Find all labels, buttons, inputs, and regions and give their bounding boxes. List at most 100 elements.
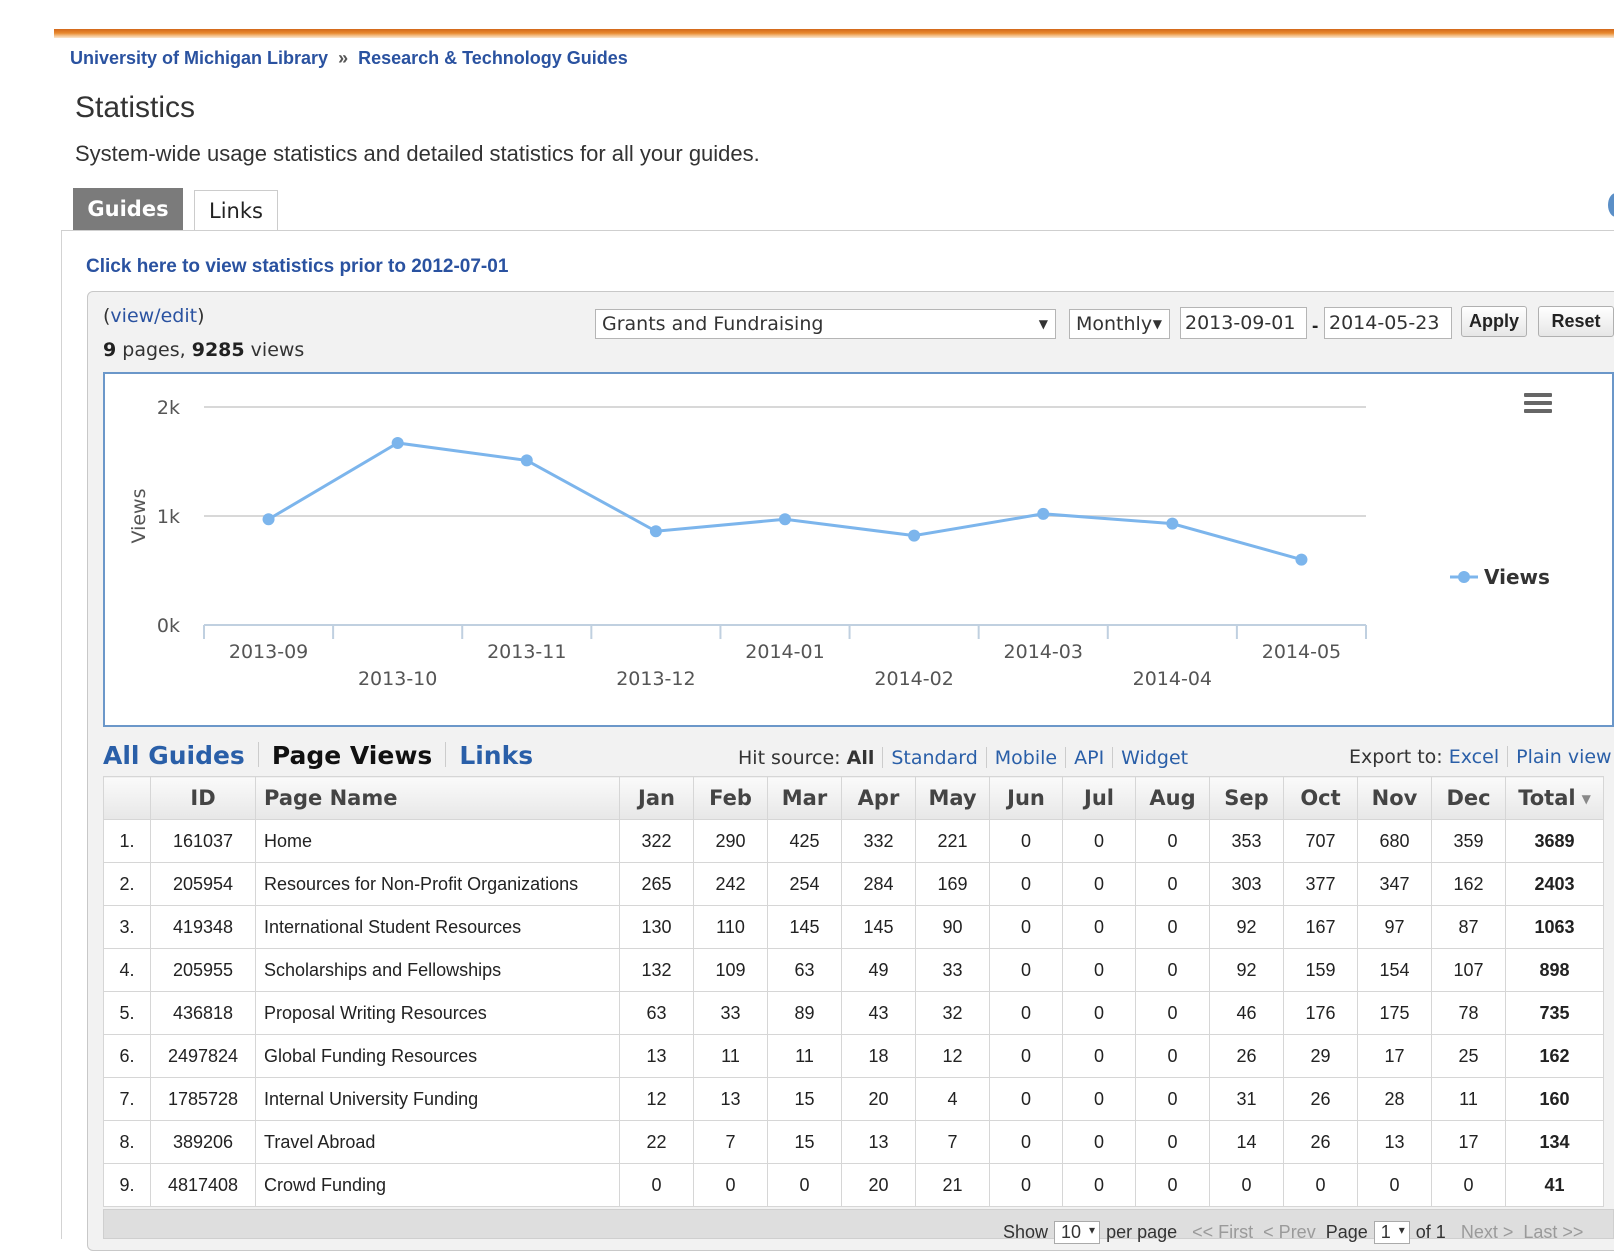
guide-summary: 9 pages, 9285 views [103, 339, 304, 361]
column-header[interactable]: Jun [989, 776, 1063, 820]
guide-select[interactable]: Grants and Fundraising ▼ [595, 309, 1056, 339]
column-header[interactable]: May [915, 776, 990, 820]
hit-source-api[interactable]: API [1074, 747, 1104, 769]
column-header[interactable]: Total ▼ [1505, 776, 1604, 820]
rank-column-header[interactable] [103, 776, 151, 820]
hit-source-mobile[interactable]: Mobile [995, 747, 1057, 769]
last-page-link[interactable]: Last >> [1523, 1222, 1583, 1242]
column-header[interactable]: Jan [619, 776, 694, 820]
table-cell: 347 [1357, 862, 1432, 906]
all-guides-link[interactable]: All Guides [103, 741, 245, 770]
hit-source-label: Hit source: [738, 747, 841, 769]
table-cell: 25 [1431, 1034, 1506, 1078]
column-header[interactable]: ID [150, 776, 256, 820]
hamburger-menu-icon[interactable] [1524, 393, 1552, 413]
data-point [1166, 517, 1179, 530]
guide-select-value: Grants and Fundraising [602, 313, 824, 335]
page-views-label: Page Views [271, 741, 433, 770]
table-cell: 63 [767, 948, 842, 992]
menu-bar [1524, 409, 1552, 413]
column-header[interactable]: Aug [1135, 776, 1210, 820]
start-date-input[interactable]: 2013-09-01 [1180, 307, 1307, 339]
table-cell: 97 [1357, 905, 1432, 949]
interval-select[interactable]: Monthly ▼ [1069, 309, 1170, 339]
table-row[interactable]: 1. 161037 Home 322 290 425 332 221 0 0 0 353 707 680 3… [103, 819, 1604, 863]
table-cell: 0 [989, 905, 1063, 949]
data-point [1037, 507, 1050, 520]
tab-links[interactable]: Links [194, 190, 278, 231]
table-cell: 78 [1431, 991, 1506, 1035]
table-cell: 0 [1135, 1034, 1210, 1078]
column-header-label: Nov [1371, 786, 1418, 810]
table-cell: 3. [103, 905, 151, 949]
table-cell: 290 [693, 819, 768, 863]
table-cell: 265 [619, 862, 694, 906]
column-header[interactable]: Apr [841, 776, 916, 820]
table-row[interactable]: 6. 2497824 Global Funding Resources 13 11 11 1… [103, 1034, 1604, 1078]
page-name-cell: Global Funding Resources [255, 1034, 620, 1078]
table-row[interactable]: 8. 389206 Travel Abroad 22 7 15 13 7 0 0 0 14 26 13 17… [103, 1120, 1604, 1164]
table-cell: 176 [1283, 991, 1358, 1035]
hit-source-standard[interactable]: Standard [891, 747, 977, 769]
tab-divider [61, 230, 1614, 231]
plain-view-link[interactable]: Plain view [1516, 746, 1612, 768]
export-options: Export to: Excel Plain view [1349, 746, 1612, 768]
first-page-link[interactable]: << First [1192, 1222, 1253, 1242]
prior-statistics-link[interactable]: Click here to view statistics prior to 2… [86, 256, 508, 278]
column-header[interactable]: Sep [1209, 776, 1284, 820]
links-link[interactable]: Links [459, 741, 533, 770]
breadcrumb-home-link[interactable]: University of Michigan Library [70, 48, 328, 68]
export-excel-link[interactable]: Excel [1449, 746, 1499, 768]
table-row[interactable]: 3. 419348 International Student Resources 1… [103, 905, 1604, 949]
table-cell: 1785728 [150, 1077, 256, 1121]
column-header[interactable]: Nov [1357, 776, 1432, 820]
end-date-input[interactable]: 2014-05-23 [1324, 307, 1452, 339]
table-cell: 425 [767, 819, 842, 863]
table-cell: 221 [915, 819, 990, 863]
column-header-label: Page Name [264, 786, 398, 810]
view-edit-link[interactable]: view/edit [110, 305, 197, 327]
prev-page-link[interactable]: < Prev [1263, 1222, 1316, 1242]
hit-source-all[interactable]: All [847, 747, 875, 769]
table-cell: 32 [915, 991, 990, 1035]
breadcrumb-section-link[interactable]: Research & Technology Guides [358, 48, 628, 68]
help-icon[interactable] [1608, 193, 1614, 217]
table-cell: 377 [1283, 862, 1358, 906]
next-page-link[interactable]: Next > [1461, 1222, 1514, 1242]
column-header[interactable]: Page Name [255, 776, 620, 820]
table-cell: 359 [1431, 819, 1506, 863]
x-tick-label: 2014-02 [874, 668, 953, 690]
table-cell: 20 [841, 1163, 916, 1207]
table-cell: 17 [1431, 1120, 1506, 1164]
page-name-cell: Scholarships and Fellowships [255, 948, 620, 992]
table-cell: 0 [1357, 1163, 1432, 1207]
y-tick-label: 2k [157, 397, 180, 419]
column-header[interactable]: Feb [693, 776, 768, 820]
table-cell: 167 [1283, 905, 1358, 949]
page-name-cell: Proposal Writing Resources [255, 991, 620, 1035]
page-select[interactable]: 1 [1373, 1221, 1410, 1244]
tab-guides[interactable]: Guides [73, 188, 183, 231]
table-cell: 145 [841, 905, 916, 949]
per-page-select[interactable]: 10 [1054, 1221, 1101, 1244]
table-row[interactable]: 4. 205955 Scholarships and Fellowships 132 1… [103, 948, 1604, 992]
column-header-label: Apr [857, 786, 900, 810]
column-header-label: Feb [709, 786, 752, 810]
hit-source-widget[interactable]: Widget [1121, 747, 1188, 769]
table-row[interactable]: 5. 436818 Proposal Writing Resources 63 33 89… [103, 991, 1604, 1035]
column-header[interactable]: Mar [767, 776, 842, 820]
table-cell: 11 [1431, 1077, 1506, 1121]
page-label: Page [1325, 1222, 1368, 1242]
column-header[interactable]: Dec [1431, 776, 1506, 820]
page-of-label: of 1 [1415, 1222, 1446, 1242]
column-header[interactable]: Jul [1062, 776, 1136, 820]
column-header[interactable]: Oct [1283, 776, 1358, 820]
table-row[interactable]: 2. 205954 Resources for Non-Profit Organiz… [103, 862, 1604, 906]
table-row[interactable]: 9. 4817408 Crowd Funding 0 0 0 20 21 0 0 0 0 0 0 0 41 [103, 1163, 1604, 1207]
apply-button[interactable]: Apply [1461, 306, 1527, 337]
data-point [649, 525, 662, 538]
table-cell: 0 [619, 1163, 694, 1207]
reset-button[interactable]: Reset [1538, 306, 1614, 337]
page-name-cell: Crowd Funding [255, 1163, 620, 1207]
table-row[interactable]: 7. 1785728 Internal University Funding 12 13… [103, 1077, 1604, 1121]
